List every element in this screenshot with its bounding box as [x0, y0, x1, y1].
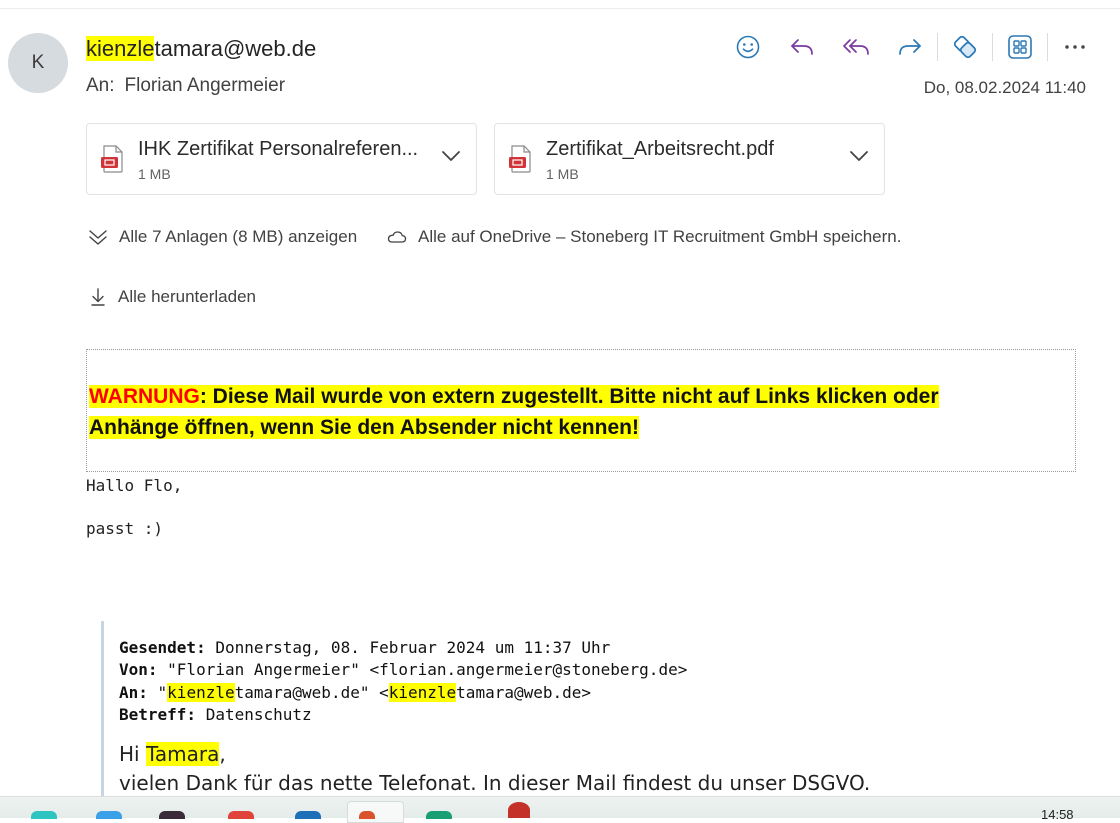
quote-bar	[101, 621, 104, 801]
quoted-from-label: Von:	[119, 660, 158, 680]
body-line: passt :)	[86, 519, 164, 538]
toolbar-divider	[937, 33, 938, 61]
quoted-subject-row: Betreff: Datenschutz	[119, 704, 687, 726]
quoted-to-text: tamara@web.de" <	[234, 682, 389, 702]
taskbar-app-icon[interactable]	[159, 811, 185, 819]
quoted-greeting-text: ,	[219, 742, 226, 766]
taskbar-app-icon[interactable]	[228, 811, 254, 819]
more-button[interactable]	[1057, 31, 1093, 63]
taskbar: 14:58	[0, 796, 1120, 823]
quoted-header: Gesendet: Donnerstag, 08. Februar 2024 u…	[119, 637, 687, 726]
message-toolbar	[730, 31, 1111, 63]
quoted-greeting-text: Hi	[119, 742, 146, 766]
quoted-sent-value: Donnerstag, 08. Februar 2024 um 11:37 Uh…	[205, 638, 611, 657]
reply-button[interactable]	[784, 31, 820, 63]
download-all-link[interactable]: Alle herunterladen	[89, 287, 256, 307]
save-to-onedrive-link[interactable]: Alle auf OneDrive – Stoneberg IT Recruit…	[387, 227, 901, 247]
save-to-onedrive-label: Alle auf OneDrive – Stoneberg IT Recruit…	[418, 227, 902, 246]
attachment-card[interactable]: Zertifikat_Arbeitsrecht.pdf 1 MB	[494, 123, 885, 195]
quoted-to-row: An: "kienzletamara@web.de" <kienzletamar…	[119, 682, 687, 704]
quoted-sent-row: Gesendet: Donnerstag, 08. Februar 2024 u…	[119, 637, 687, 659]
recipient-name[interactable]: Florian Angermeier	[125, 75, 286, 96]
attachment-name: Zertifikat_Arbeitsrecht.pdf	[546, 138, 774, 160]
show-all-attachments-label: Alle 7 Anlagen (8 MB) anzeigen	[119, 227, 358, 246]
reply-all-button[interactable]	[838, 31, 874, 63]
cloud-icon	[387, 231, 407, 243]
quoted-to-highlight: kienzle	[167, 682, 235, 702]
reply-all-icon	[843, 39, 869, 55]
sender-email-highlight: kienzle	[86, 36, 155, 61]
quoted-from-row: Von: "Florian Angermeier" <florian.anger…	[119, 659, 687, 681]
warning-text: WARNUNG: Diese Mail wurde von extern zug…	[89, 381, 1029, 443]
toolbar-divider	[992, 33, 993, 61]
header-divider	[0, 8, 1120, 9]
taskbar-app-icon	[359, 811, 375, 819]
taskbar-clock[interactable]: 14:58	[1041, 807, 1074, 822]
double-chevron-down-icon	[89, 230, 107, 245]
quoted-subject-value: Datenschutz	[196, 704, 312, 724]
download-icon	[91, 288, 105, 306]
quoted-greeting-name: Tamara	[145, 742, 220, 766]
recipient-label: An:	[86, 75, 115, 96]
download-all-label: Alle herunterladen	[118, 287, 256, 306]
quoted-body-line: vielen Dank für das nette Telefonat. In …	[119, 771, 871, 795]
quoted-to-highlight: kienzle	[388, 682, 457, 702]
loop-icon	[953, 35, 977, 59]
attachment-size: 1 MB	[138, 166, 171, 182]
quoted-greeting: Hi Tamara,	[119, 740, 870, 769]
apps-icon	[1008, 35, 1032, 59]
taskbar-active-app[interactable]	[347, 801, 404, 823]
quoted-to-text: tamara@web.de>	[456, 682, 592, 702]
show-all-attachments-link[interactable]: Alle 7 Anlagen (8 MB) anzeigen	[88, 227, 357, 247]
pdf-file-icon	[509, 145, 531, 173]
attachment-size: 1 MB	[546, 166, 579, 182]
quoted-from-value: "Florian Angermeier" <florian.angermeier…	[157, 660, 688, 680]
emoji-button[interactable]	[730, 31, 766, 63]
pdf-file-icon	[101, 145, 123, 173]
emoji-icon	[736, 35, 760, 59]
quoted-to-text: "	[147, 682, 168, 702]
avatar[interactable]: K	[8, 33, 68, 93]
sender-email[interactable]: kienzletamara@web.de	[86, 36, 316, 62]
taskbar-app-icon[interactable]	[426, 811, 452, 819]
forward-button[interactable]	[892, 31, 928, 63]
quoted-subject-label: Betreff:	[119, 704, 197, 724]
warning-label: WARNUNG	[89, 385, 200, 408]
attachment-name: IHK Zertifikat Personalreferen...	[138, 138, 419, 160]
taskbar-app-icon[interactable]	[295, 811, 321, 819]
warning-message: : Diese Mail wurde von extern zugestellt…	[89, 385, 939, 439]
toolbar-divider	[1047, 33, 1048, 61]
recipient-line: An: Florian Angermeier	[86, 75, 285, 97]
quoted-to-label: An:	[119, 682, 148, 702]
forward-icon	[899, 39, 921, 55]
apps-button[interactable]	[1002, 31, 1038, 63]
chevron-down-icon[interactable]	[848, 149, 870, 163]
loop-button[interactable]	[947, 31, 983, 63]
more-icon	[1065, 45, 1085, 49]
message-date: Do, 08.02.2024 11:40	[923, 78, 1086, 97]
external-warning-banner: WARNUNG: Diese Mail wurde von extern zug…	[86, 349, 1076, 472]
taskbar-app-icon[interactable]	[31, 811, 57, 819]
notification-badge	[508, 802, 530, 818]
body-greeting: Hallo Flo,	[86, 476, 183, 495]
sender-email-rest: tamara@web.de	[154, 36, 317, 61]
reply-icon	[791, 39, 813, 55]
taskbar-app-icon[interactable]	[96, 811, 122, 819]
chevron-down-icon[interactable]	[440, 149, 462, 163]
attachment-card[interactable]: IHK Zertifikat Personalreferen... 1 MB	[86, 123, 477, 195]
quoted-sent-label: Gesendet:	[119, 638, 206, 657]
quoted-body: Hi Tamara, vielen Dank für das nette Tel…	[119, 740, 870, 798]
